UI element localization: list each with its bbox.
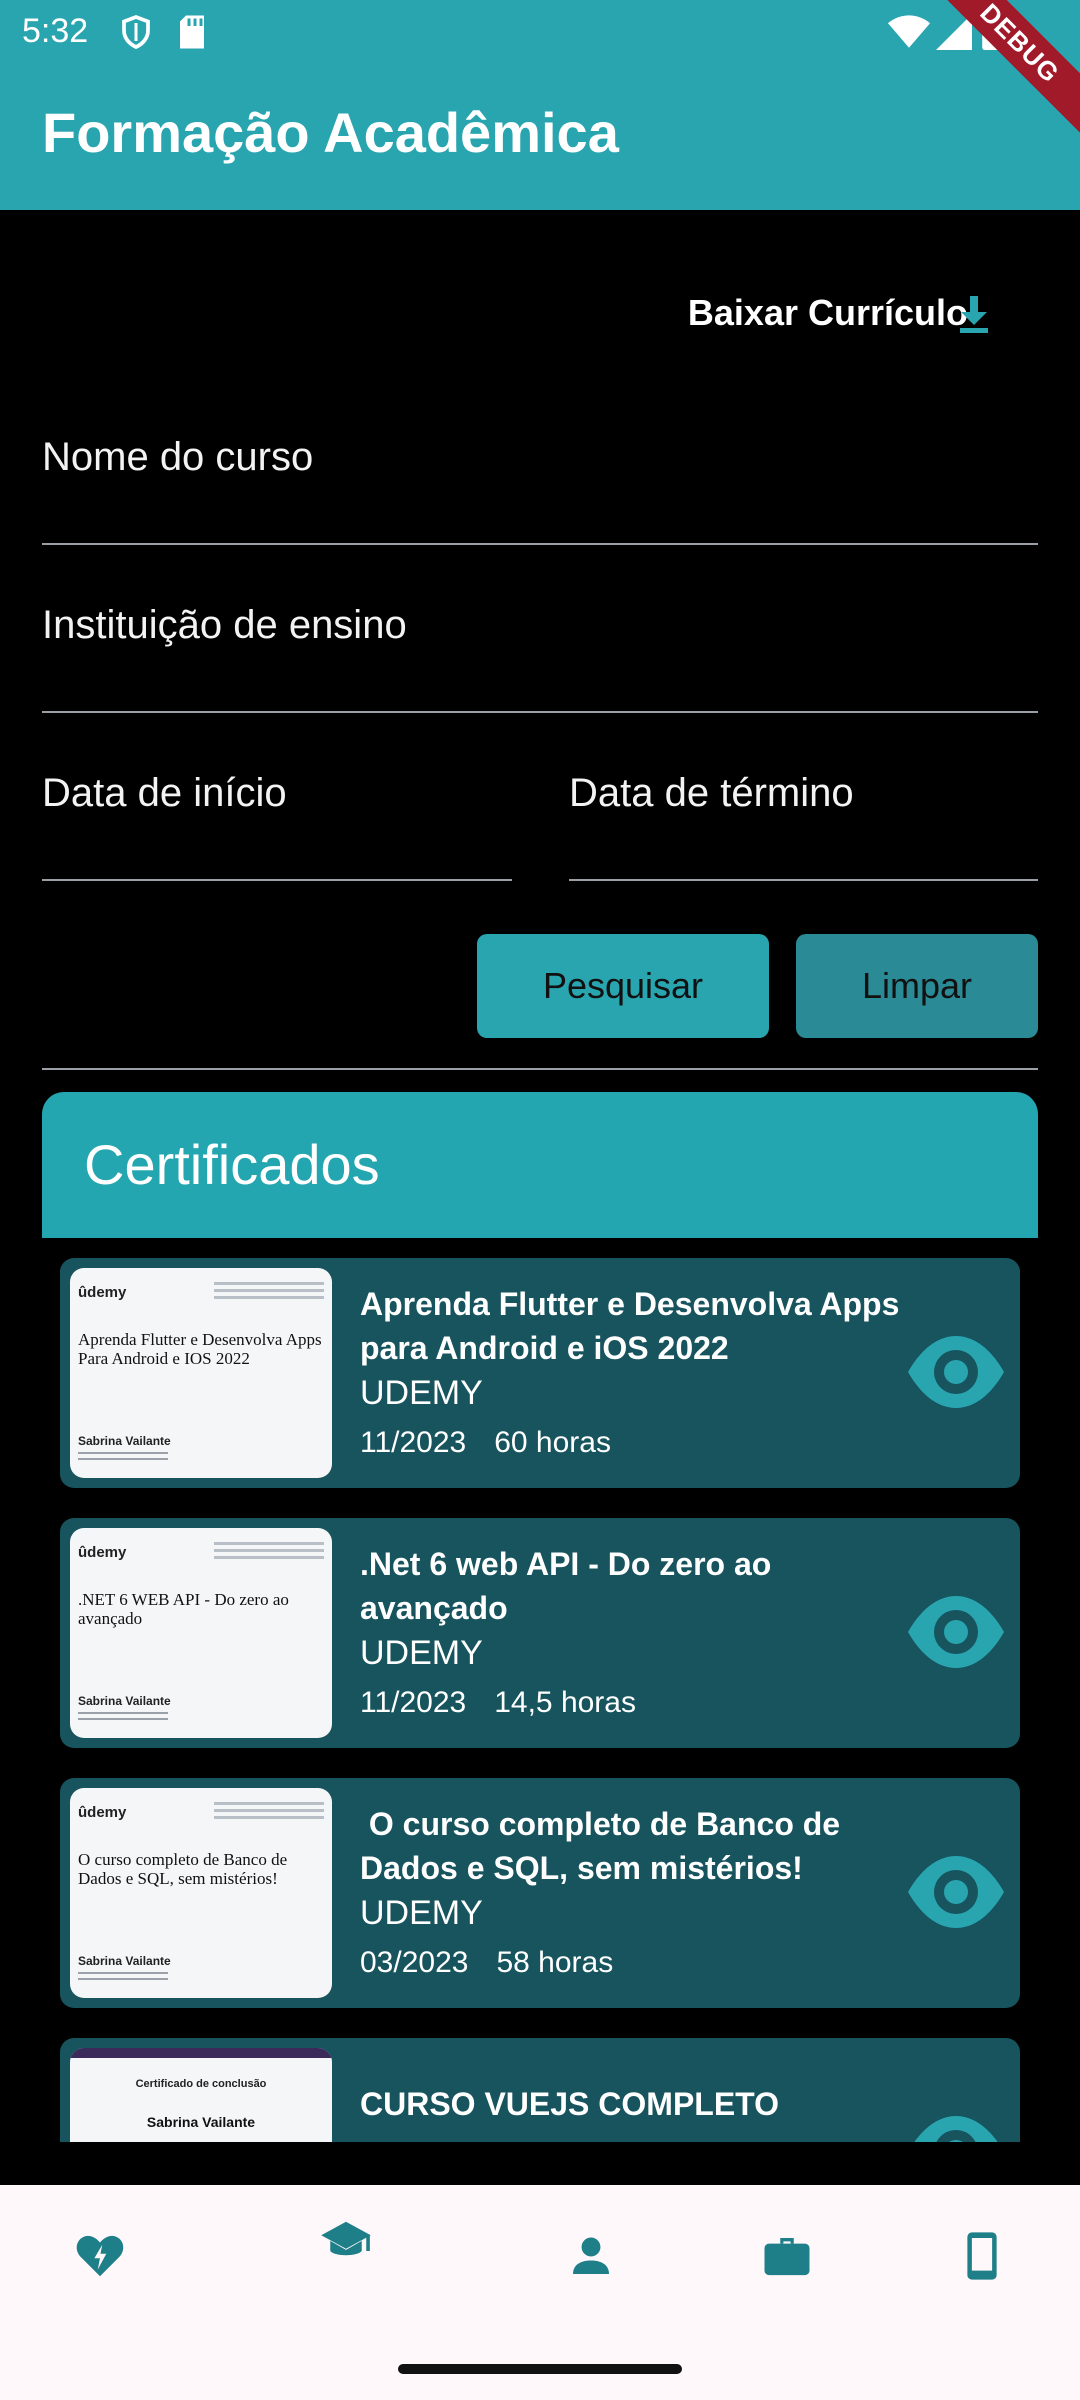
start-date-field[interactable]: Data de início <box>42 771 512 881</box>
eye-icon[interactable] <box>906 1592 1006 1672</box>
eye-icon[interactable] <box>906 2112 1006 2142</box>
course-name-field[interactable]: Nome do curso <box>42 435 1038 545</box>
smartphone-icon <box>967 2232 997 2280</box>
thumbnail-name: Sabrina Vailante <box>78 1694 171 1708</box>
certificate-meta: 03/2023 58 horas <box>360 1946 613 1980</box>
institution-placeholder: Instituição de ensino <box>42 603 407 647</box>
certificate-title: CURSO VUEJS COMPLETO <box>360 2086 780 2122</box>
sd-card-icon <box>180 15 204 49</box>
download-icon[interactable] <box>950 290 998 338</box>
certificates-title: Certificados <box>84 1133 380 1196</box>
certificate-thumbnail: ûdemy .NET 6 WEB API - Do zero ao avança… <box>70 1528 332 1738</box>
app-bar: 5:32 DEBUG Formação Acadêmica <box>0 0 1080 210</box>
download-cv-label[interactable]: Baixar Currículo <box>688 292 968 334</box>
certificates-list[interactable]: ûdemy Aprenda Flutter e Desenvolva Apps … <box>0 1238 1080 2142</box>
search-button[interactable]: Pesquisar <box>477 934 769 1038</box>
status-bar: 5:32 <box>0 0 1080 64</box>
eye-icon[interactable] <box>906 1332 1006 1412</box>
certificate-title: O curso completo de Banco de Dados e SQL… <box>360 1806 849 1886</box>
certificate-date: 03/2023 <box>360 1946 469 1979</box>
certificate-thumbnail: ûdemy Aprenda Flutter e Desenvolva Apps … <box>70 1268 332 1478</box>
certificate-title: Aprenda Flutter e Desenvolva Apps para A… <box>360 1286 900 1366</box>
home-indicator[interactable] <box>398 2364 682 2374</box>
eye-icon[interactable] <box>906 1852 1006 1932</box>
certificate-thumbnail: Certificado de conclusão Sabrina Vailant… <box>70 2048 332 2142</box>
certificate-hours: 14,5 horas <box>494 1686 636 1719</box>
thumbnail-name: Sabrina Vailante <box>146 2114 256 2130</box>
certificate-institution: UDEMY <box>360 1894 483 1932</box>
certificate-institution: UDEMY <box>360 1634 483 1672</box>
certificate-thumbnail: ûdemy O curso completo de Banco de Dados… <box>70 1788 332 1998</box>
clear-button[interactable]: Limpar <box>796 934 1038 1038</box>
certificate-card[interactable]: ûdemy O curso completo de Banco de Dados… <box>60 1778 1020 2008</box>
status-time: 5:32 <box>22 12 89 50</box>
nav-item-health[interactable] <box>48 2185 148 2337</box>
thumbnail-title: .NET 6 WEB API - Do zero ao avançado <box>78 1590 289 1628</box>
person-icon <box>573 2237 609 2274</box>
certificate-hours: 60 horas <box>494 1426 611 1459</box>
nav-item-projects[interactable] <box>930 2185 1030 2337</box>
end-date-field[interactable]: Data de término <box>569 771 1038 881</box>
divider <box>42 1068 1038 1070</box>
nav-item-work[interactable] <box>735 2185 835 2337</box>
certificate-date: 11/2023 <box>360 1686 467 1719</box>
heart-bolt-icon <box>76 2235 124 2277</box>
thumbnail-name: Sabrina Vailante <box>78 1954 171 1968</box>
institution-field[interactable]: Instituição de ensino <box>42 603 1038 713</box>
graduation-cap-icon <box>321 2221 371 2256</box>
udemy-logo: ûdemy <box>78 1804 127 1821</box>
udemy-logo: ûdemy <box>78 1284 127 1301</box>
nav-item-profile[interactable] <box>539 2185 639 2337</box>
thumbnail-name: Sabrina Vailante <box>78 1434 171 1448</box>
thumbnail-caption: Certificado de conclusão <box>135 2078 267 2090</box>
udemy-logo: ûdemy <box>78 1544 127 1561</box>
certificate-title: .Net 6 web API - Do zero ao avançado <box>360 1546 772 1626</box>
certificate-date: 11/2023 <box>360 1426 467 1459</box>
end-date-placeholder: Data de término <box>569 771 854 815</box>
nav-item-education[interactable] <box>294 2185 394 2337</box>
certificate-meta: 11/2023 60 horas <box>360 1426 611 1460</box>
certificate-card[interactable]: ûdemy Aprenda Flutter e Desenvolva Apps … <box>60 1258 1020 1488</box>
certificate-card[interactable]: Certificado de conclusão Sabrina Vailant… <box>60 2038 1020 2142</box>
thumbnail-title: O curso completo de Banco de Dados e SQL… <box>78 1850 288 1888</box>
briefcase-icon <box>764 2238 810 2276</box>
shield-icon <box>122 14 150 50</box>
thumbnail-title: Aprenda Flutter e Desenvolva Apps Para A… <box>78 1330 322 1368</box>
certificate-institution: UDEMY <box>360 1374 483 1412</box>
bottom-navigation <box>0 2185 1080 2337</box>
system-nav-bar <box>0 2337 1080 2400</box>
wifi-icon <box>888 15 930 48</box>
certificates-header: Certificados <box>42 1092 1038 1238</box>
page-title: Formação Acadêmica <box>42 101 619 164</box>
certificate-card[interactable]: ûdemy .NET 6 WEB API - Do zero ao avança… <box>60 1518 1020 1748</box>
start-date-placeholder: Data de início <box>42 771 287 815</box>
course-name-placeholder: Nome do curso <box>42 435 314 479</box>
certificate-hours: 58 horas <box>496 1946 614 1979</box>
certificate-meta: 11/2023 14,5 horas <box>360 1686 636 1720</box>
